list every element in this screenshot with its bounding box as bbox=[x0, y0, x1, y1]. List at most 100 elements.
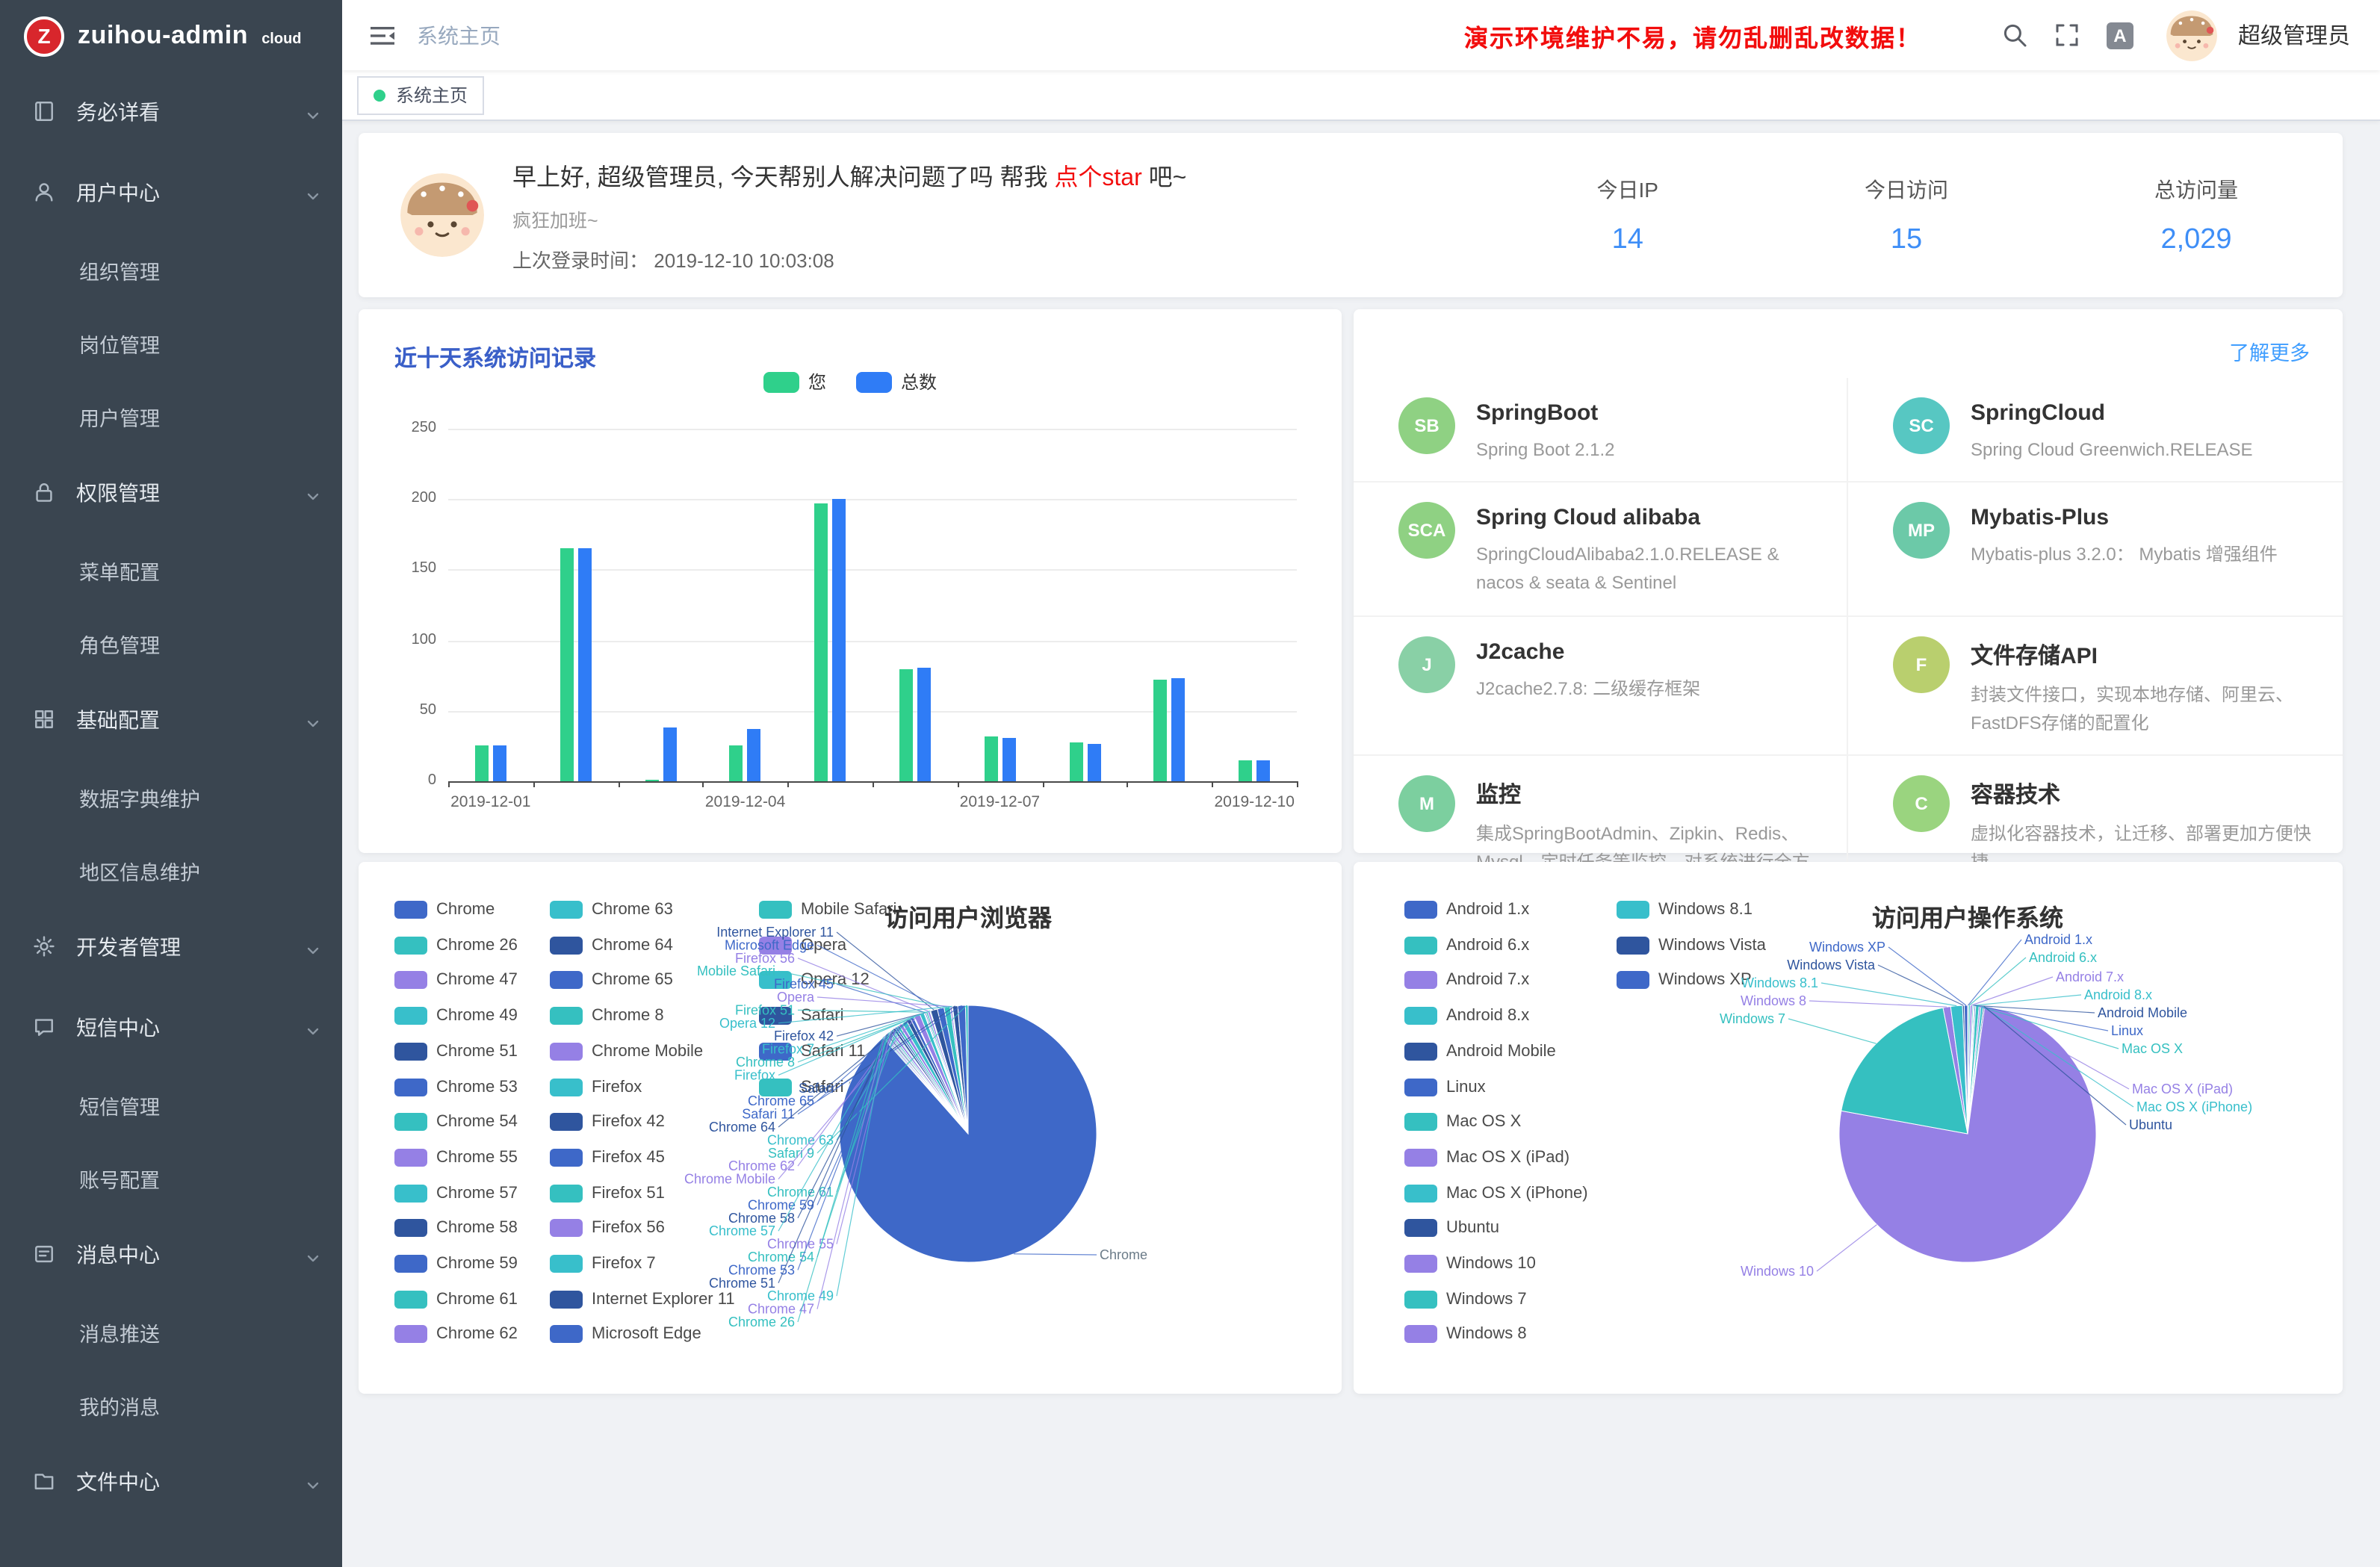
username[interactable]: 超级管理员 bbox=[2238, 19, 2350, 51]
sidebar-item-3[interactable]: 基础配置 bbox=[0, 680, 342, 760]
legend-item[interactable]: Chrome 55 bbox=[394, 1149, 518, 1167]
visits-chart-card: 近十天系统访问记录 您总数 0501001502002502019-12-012… bbox=[359, 309, 1342, 853]
legend-item[interactable]: Chrome Mobile bbox=[550, 1043, 703, 1061]
legend-label: Chrome 26 bbox=[436, 936, 518, 954]
sidebar-subitem[interactable]: 组织管理 bbox=[0, 233, 342, 306]
sidebar-subitem[interactable]: 用户管理 bbox=[0, 379, 342, 453]
legend-item[interactable]: Chrome 53 bbox=[394, 1078, 518, 1096]
legend-item[interactable]: Chrome 61 bbox=[394, 1290, 518, 1308]
bar-总数-2019-12-04 bbox=[748, 729, 761, 781]
legend-item[interactable]: Chrome 54 bbox=[394, 1113, 518, 1131]
sidebar-subitem[interactable]: 地区信息维护 bbox=[0, 834, 342, 907]
legend-item[interactable]: Mobile Safari bbox=[759, 901, 896, 919]
sidebar-subitem[interactable]: 数据字典维护 bbox=[0, 760, 342, 834]
legend-swatch bbox=[394, 1043, 427, 1061]
legend-item[interactable]: Ubuntu bbox=[1404, 1220, 1499, 1238]
legend-item[interactable]: Android 7.x bbox=[1404, 972, 1529, 990]
legend-swatch bbox=[759, 901, 792, 919]
legend-item[interactable]: Chrome 49 bbox=[394, 1007, 518, 1025]
svg-text:Windows XP: Windows XP bbox=[1809, 940, 1885, 955]
legend-swatch bbox=[550, 936, 583, 954]
user-avatar[interactable] bbox=[2166, 10, 2217, 60]
svg-text:Mac OS X: Mac OS X bbox=[2122, 1041, 2183, 1056]
legend-item[interactable]: Chrome 8 bbox=[550, 1007, 664, 1025]
legend-item[interactable]: Chrome 26 bbox=[394, 936, 518, 954]
legend-label: Chrome 62 bbox=[436, 1326, 518, 1344]
legend-item[interactable]: Firefox 42 bbox=[550, 1113, 665, 1131]
legend-item[interactable]: Chrome 57 bbox=[394, 1184, 518, 1202]
legend-item[interactable]: Android Mobile bbox=[1404, 1043, 1556, 1061]
legend-item[interactable]: 您 bbox=[763, 369, 826, 394]
sidebar-subitem[interactable]: 岗位管理 bbox=[0, 306, 342, 379]
legend-item[interactable]: Mac OS X bbox=[1404, 1113, 1521, 1131]
legend-item[interactable]: Chrome 47 bbox=[394, 972, 518, 990]
legend-item[interactable]: Android 1.x bbox=[1404, 901, 1529, 919]
bar-您-2019-12-07 bbox=[984, 736, 997, 781]
legend-item[interactable]: Opera bbox=[759, 936, 846, 954]
sidebar-item-7[interactable]: 文件中心 bbox=[0, 1442, 342, 1522]
legend-item[interactable]: Chrome 59 bbox=[394, 1255, 518, 1273]
legend-item[interactable]: Chrome 51 bbox=[394, 1043, 518, 1061]
legend-item[interactable]: 总数 bbox=[856, 369, 937, 394]
sidebar-subitem[interactable]: 菜单配置 bbox=[0, 533, 342, 606]
sidebar-subitem[interactable]: 消息推送 bbox=[0, 1295, 342, 1368]
legend-item[interactable]: Windows XP bbox=[1617, 972, 1752, 990]
message-icon bbox=[33, 1243, 57, 1267]
legend-item[interactable]: Chrome bbox=[394, 901, 495, 919]
legend-item[interactable]: Safari 11 bbox=[759, 1043, 865, 1061]
legend-item[interactable]: Safari bbox=[759, 1007, 844, 1025]
legend-item[interactable]: Android 6.x bbox=[1404, 936, 1529, 954]
sidebar-item-1[interactable]: 用户中心 bbox=[0, 152, 342, 233]
legend-item[interactable]: Mac OS X (iPad) bbox=[1404, 1149, 1569, 1167]
app-logo[interactable]: Z zuihou-admin cloud bbox=[0, 0, 342, 72]
legend-label: Chrome 55 bbox=[436, 1149, 518, 1167]
legend-item[interactable]: Internet Explorer 11 bbox=[550, 1290, 735, 1308]
legend-item[interactable]: Windows 7 bbox=[1404, 1290, 1527, 1308]
legend-item[interactable]: Linux bbox=[1404, 1078, 1486, 1096]
legend-item[interactable]: Windows 8 bbox=[1404, 1326, 1527, 1344]
legend-item[interactable]: Windows 8.1 bbox=[1617, 901, 1753, 919]
axis-tick bbox=[787, 781, 789, 787]
axis-tick bbox=[448, 781, 450, 787]
sidebar-subitem[interactable]: 我的消息 bbox=[0, 1368, 342, 1442]
legend-item[interactable]: Windows 10 bbox=[1404, 1255, 1536, 1273]
sidebar-item-6[interactable]: 消息中心 bbox=[0, 1214, 342, 1295]
legend-item[interactable]: Firefox 45 bbox=[550, 1149, 665, 1167]
legend-item[interactable]: Firefox bbox=[550, 1078, 642, 1096]
axis-tick bbox=[618, 781, 619, 787]
tab-home[interactable]: 系统主页 bbox=[357, 75, 484, 114]
search-icon[interactable] bbox=[2002, 22, 2029, 49]
svg-text:Ubuntu: Ubuntu bbox=[2129, 1117, 2172, 1132]
bar-总数-2019-12-07 bbox=[1002, 737, 1015, 781]
legend-item[interactable]: Firefox 7 bbox=[550, 1255, 656, 1273]
legend-item[interactable]: Mac OS X (iPhone) bbox=[1404, 1184, 1588, 1202]
legend-item[interactable]: Windows Vista bbox=[1617, 936, 1766, 954]
tech-item-title: SpringCloud bbox=[1971, 400, 2253, 426]
tech-item-3: MPMybatis-PlusMybatis-plus 3.2.0： Mybati… bbox=[1848, 482, 2343, 616]
fullscreen-icon[interactable] bbox=[2054, 22, 2081, 49]
legend-item[interactable]: Firefox 56 bbox=[550, 1220, 665, 1238]
legend-item[interactable]: Safari 9 bbox=[759, 1078, 858, 1096]
legend-item[interactable]: Android 8.x bbox=[1404, 1007, 1529, 1025]
legend-item[interactable]: Chrome 62 bbox=[394, 1326, 518, 1344]
legend-item[interactable]: Chrome 58 bbox=[394, 1220, 518, 1238]
sidebar-subitem[interactable]: 短信管理 bbox=[0, 1068, 342, 1141]
star-link[interactable]: 点个star bbox=[1054, 166, 1141, 191]
y-axis-label: 200 bbox=[391, 490, 436, 506]
legend-item[interactable]: Chrome 63 bbox=[550, 901, 673, 919]
sidebar-item-2[interactable]: 权限管理 bbox=[0, 453, 342, 533]
hamburger-icon[interactable] bbox=[369, 23, 396, 47]
learn-more-link[interactable]: 了解更多 bbox=[2229, 336, 2310, 366]
legend-item[interactable]: Firefox 51 bbox=[550, 1184, 665, 1202]
sidebar-subitem[interactable]: 角色管理 bbox=[0, 606, 342, 680]
legend-item[interactable]: Opera 12 bbox=[759, 972, 870, 990]
font-size-icon[interactable]: A bbox=[2107, 22, 2133, 49]
legend-swatch bbox=[550, 1184, 583, 1202]
legend-item[interactable]: Chrome 65 bbox=[550, 972, 673, 990]
legend-item[interactable]: Microsoft Edge bbox=[550, 1326, 701, 1344]
sidebar-subitem[interactable]: 账号配置 bbox=[0, 1141, 342, 1214]
legend-item[interactable]: Chrome 64 bbox=[550, 936, 673, 954]
sidebar-item-5[interactable]: 短信中心 bbox=[0, 987, 342, 1068]
sidebar-item-0[interactable]: 务必详看 bbox=[0, 72, 342, 152]
sidebar-item-4[interactable]: 开发者管理 bbox=[0, 907, 342, 987]
